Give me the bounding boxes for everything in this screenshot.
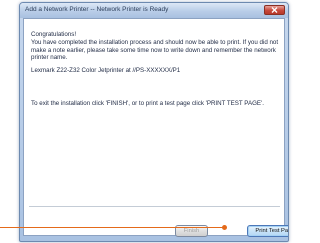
button-divider: [29, 206, 280, 207]
close-icon: [271, 7, 278, 13]
print-test-page-button[interactable]: Print Test Page: [247, 225, 288, 237]
exit-instructions: To exit the installation click 'FINISH',…: [31, 100, 264, 107]
title-bar[interactable]: Add a Network Printer -- Network Printer…: [20, 3, 288, 18]
printer-name-text: Lexmark Z22-Z32 Color Jetprinter at //PS…: [31, 67, 181, 74]
screenshot-stage: Add a Network Printer -- Network Printer…: [0, 0, 291, 243]
close-button[interactable]: [264, 5, 285, 15]
callout-line: [0, 227, 225, 228]
window-title: Add a Network Printer -- Network Printer…: [25, 6, 169, 13]
callout-dot: [222, 225, 227, 230]
add-network-printer-dialog: Add a Network Printer -- Network Printer…: [19, 2, 289, 242]
content-panel: Congratulations! You have completed the …: [23, 18, 285, 236]
congratulations-heading: Congratulations!: [31, 31, 77, 38]
completion-message: You have completed the installation proc…: [31, 39, 279, 61]
